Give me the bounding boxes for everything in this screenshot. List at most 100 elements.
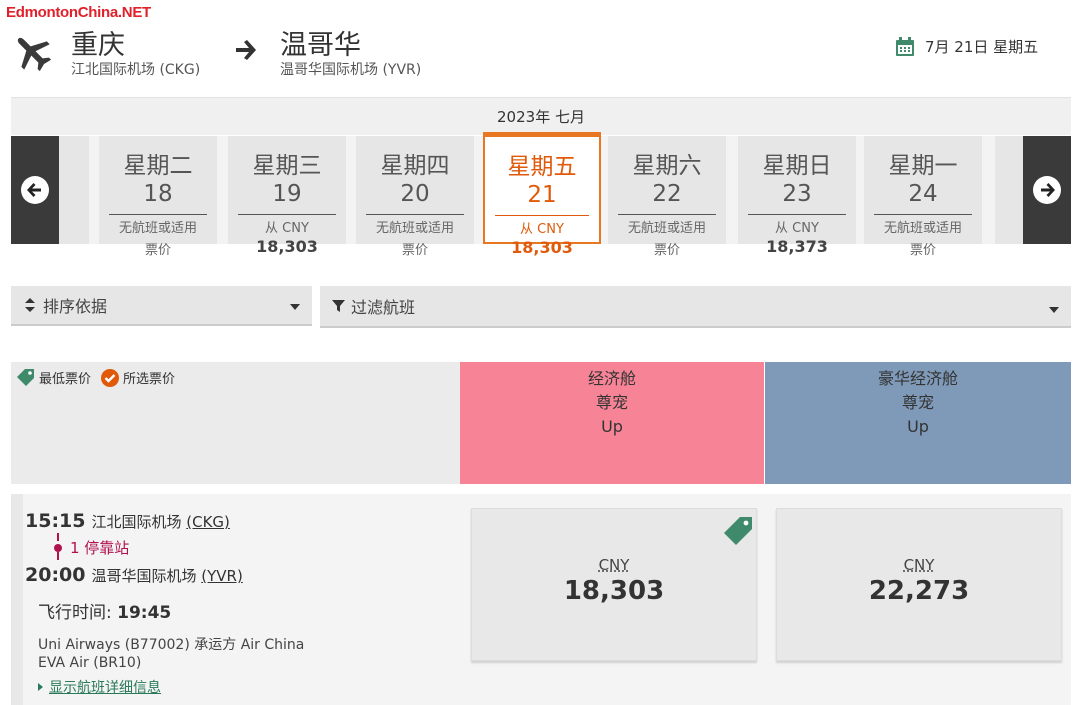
day-price-value: 18,303 — [511, 238, 573, 257]
origin-city-name: 重庆 — [71, 30, 125, 61]
fare-legend: 最低票价 所选票价 — [11, 362, 460, 484]
arrival-time: 20:00 — [25, 564, 86, 586]
arrow-right-icon — [1041, 183, 1055, 197]
arrival-airport[interactable]: 温哥华国际机场 (YVR) — [91, 565, 242, 586]
destination-city-name: 温哥华 — [280, 30, 361, 61]
month-label: 2023年 七月 — [11, 97, 1071, 135]
fare-currency: CNY — [598, 556, 630, 574]
cabin-header-economy: 经济舱 尊宠 Up — [460, 362, 764, 484]
destination-airport: 温哥华国际机场 (YVR) — [280, 62, 422, 78]
day-price-value: 票价 — [653, 243, 680, 258]
departure-airport-code: (CKG) — [186, 513, 230, 531]
fare-economy-button[interactable]: CNY 18,303 — [471, 508, 757, 661]
duration-value: 19:45 — [117, 603, 172, 623]
day-price-value: 票价 — [909, 243, 936, 258]
carrier-line-2: EVA Air (BR10) — [38, 655, 142, 671]
day-card-19[interactable]: 星期三 19 从 CNY 18,303 — [228, 136, 346, 256]
day-price-label: 从 CNY — [775, 221, 819, 236]
stop-connector-line — [57, 552, 59, 560]
legend-lowest-fare: 最低票价 — [15, 368, 91, 387]
arrow-right-icon — [236, 40, 256, 60]
day-price-value: 18,303 — [256, 237, 318, 256]
previous-day-peek — [59, 136, 89, 244]
day-price-label: 无航班或适用 — [118, 221, 197, 236]
flight-arrival: 20:00 温哥华国际机场 (YVR) — [25, 564, 243, 586]
day-price-label: 从 CNY — [265, 221, 309, 236]
fare-amount: 22,273 — [868, 576, 970, 606]
flight-duration: 飞行时间: 19:45 — [38, 598, 171, 623]
arrow-left-icon — [27, 183, 41, 197]
day-price-label: 无航班或适用 — [883, 221, 962, 236]
sort-dropdown[interactable]: 排序依据 — [11, 286, 312, 326]
sort-label: 排序依据 — [43, 297, 108, 316]
show-flight-details-link[interactable]: 显示航班详细信息 — [38, 677, 161, 697]
cabin-name: 经济舱 — [587, 369, 636, 388]
fare-amount: 18,303 — [563, 576, 665, 606]
filter-label: 过滤航班 — [351, 298, 416, 317]
previous-dates-button[interactable] — [11, 136, 59, 244]
next-day-peek — [995, 136, 1023, 244]
day-price-label: 从 CNY — [520, 222, 564, 237]
airplane-icon — [17, 37, 52, 72]
day-card-21-selected[interactable]: 星期五 21 从 CNY 18,303 — [483, 132, 601, 257]
day-price-value: 票价 — [401, 243, 428, 258]
cabin-fare-family: 尊宠 — [901, 393, 934, 412]
date-carousel: 星期二 18 无航班或适用 票价 星期三 19 从 CNY 18,303 星期四… — [11, 132, 1071, 258]
stops-count: 1 停靠站 — [70, 539, 130, 557]
cabin-fare-variant: Up — [601, 417, 623, 436]
legend-selected-label: 所选票价 — [123, 372, 176, 387]
departure-airport[interactable]: 江北国际机场 (CKG) — [91, 511, 229, 532]
caret-right-icon — [38, 683, 43, 691]
selected-date-text: 7月 21日 星期五 — [925, 38, 1039, 56]
watermark-logo: EdmontonChina.NET — [6, 4, 151, 21]
arrival-airport-code: (YVR) — [201, 567, 243, 585]
duration-label: 飞行时间: — [38, 603, 112, 623]
sort-icon — [25, 298, 35, 312]
day-price-value: 18,373 — [766, 237, 828, 256]
chevron-down-icon — [1049, 307, 1059, 313]
day-weekday: 星期日 23 — [748, 152, 846, 215]
day-weekday: 星期二 18 — [109, 152, 207, 215]
day-card-18[interactable]: 星期二 18 无航班或适用 票价 — [99, 136, 217, 258]
carrier-line-1: Uni Airways (B77002) 承运方 Air China — [38, 637, 305, 653]
filter-dropdown[interactable]: 过滤航班 — [320, 286, 1071, 328]
departure-time: 15:15 — [25, 510, 86, 532]
day-weekday: 星期六 22 — [618, 152, 716, 215]
calendar-icon — [896, 36, 914, 56]
origin-airport: 江北国际机场 (CKG) — [71, 62, 201, 78]
flight-departure: 15:15 江北国际机场 (CKG) — [25, 510, 230, 532]
day-card-24[interactable]: 星期一 24 无航班或适用 票价 — [864, 136, 982, 258]
origin-city: 重庆 江北国际机场 (CKG) — [71, 30, 200, 78]
legend-lowest-label: 最低票价 — [39, 372, 92, 387]
tag-icon — [17, 368, 34, 386]
cabin-fare-variant: Up — [907, 417, 929, 436]
day-price-value: 票价 — [144, 243, 171, 258]
lowest-fare-tag-icon — [724, 517, 752, 545]
departure-airport-name: 江北国际机场 — [91, 513, 187, 531]
day-price-label: 无航班或适用 — [375, 221, 454, 236]
cabin-header-premium-economy: 豪华经济舱 尊宠 Up — [765, 362, 1071, 484]
fare-currency: CNY — [903, 556, 935, 574]
fare-premium-economy-button[interactable]: CNY 22,273 — [776, 508, 1062, 661]
cabin-name: 豪华经济舱 — [877, 369, 958, 388]
cabin-fare-family: 尊宠 — [595, 393, 628, 412]
selected-date-header: 7月 21日 星期五 — [895, 36, 1038, 57]
check-circle-icon — [101, 368, 120, 387]
day-card-20[interactable]: 星期四 20 无航班或适用 票价 — [356, 136, 474, 258]
stops-indicator: 1 停靠站 — [54, 537, 129, 558]
stop-dot-icon — [54, 543, 62, 552]
day-card-23[interactable]: 星期日 23 从 CNY 18,373 — [738, 136, 856, 256]
day-weekday: 星期五 21 — [495, 153, 589, 216]
day-price-label: 无航班或适用 — [627, 221, 706, 236]
next-dates-button[interactable] — [1023, 136, 1071, 244]
destination-city: 温哥华 温哥华国际机场 (YVR) — [280, 30, 421, 78]
day-weekday: 星期四 20 — [366, 152, 464, 215]
day-card-22[interactable]: 星期六 22 无航班或适用 票价 — [608, 136, 726, 258]
arrival-airport-name: 温哥华国际机场 — [91, 567, 202, 585]
filter-icon — [332, 299, 345, 312]
chevron-down-icon — [290, 304, 300, 310]
day-weekday: 星期一 24 — [874, 152, 972, 215]
legend-selected-fare: 所选票价 — [101, 368, 175, 387]
show-flight-details-label: 显示航班详细信息 — [49, 680, 161, 696]
day-weekday: 星期三 19 — [238, 152, 336, 215]
